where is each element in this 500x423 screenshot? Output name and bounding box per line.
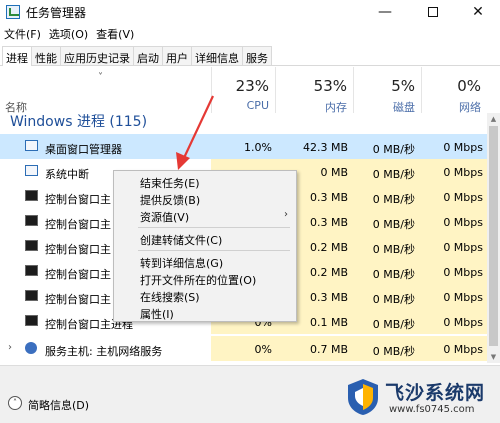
process-name: 控制台窗口主 [45,243,111,256]
cpu-column-label: CPU [246,99,269,112]
process-name: 控制台窗口主 [45,218,111,231]
menu-item-end-task[interactable]: 结束任务(E) [140,175,200,191]
watermark-name: 飞沙系统网 [385,382,486,404]
scrollbar-thumb[interactable] [489,126,498,346]
watermark-logo [348,379,378,415]
table-row[interactable]: 桌面窗口管理器 1.0% 42.3 MB 0 MB/秒 0 Mbps [0,134,487,159]
group-header-windows-processes[interactable]: Windows 进程 (115) [10,113,147,131]
network-cell: 0 Mbps [443,343,483,356]
console-host-icon [25,215,38,226]
window-title: 任务管理器 [26,6,87,20]
disk-total-percent: 5% [391,77,415,95]
submenu-arrow-icon: › [284,209,288,220]
menu-item-go-to-details[interactable]: 转到详细信息(G) [140,255,223,271]
tab-details[interactable]: 详细信息 [191,46,243,65]
menu-view[interactable]: 查看(V) [96,26,134,42]
network-cell: 0 Mbps [443,216,483,229]
network-cell: 0 Mbps [443,291,483,304]
menu-item-properties[interactable]: 属性(I) [140,306,174,322]
memory-cell: 42.3 MB [302,141,348,154]
column-cpu-header[interactable]: 23% CPU [211,67,275,113]
tab-performance[interactable]: 性能 [31,46,61,65]
disk-cell: 0 MB/秒 [372,243,415,256]
tab-users[interactable]: 用户 [162,46,192,65]
disk-cell: 0 MB/秒 [372,218,415,231]
menu-item-open-file-location[interactable]: 打开文件所在的位置(O) [140,272,256,288]
menu-options[interactable]: 选项(O) [49,26,88,42]
column-memory-header[interactable]: 53% 内存 [275,67,353,114]
column-header: 23% CPU 53% 内存 5% 磁盘 0% 网络 [0,67,500,114]
menu-separator [138,250,290,251]
fewer-details-link[interactable]: 简略信息(D) [28,397,89,413]
collapse-chevron-icon[interactable]: ˄ [8,396,22,410]
disk-cell: 0 MB/秒 [372,268,415,281]
memory-total-percent: 53% [313,77,347,95]
maximize-icon [428,7,438,17]
console-host-icon [25,315,38,326]
maximize-button[interactable] [410,0,456,24]
process-name: 服务主机: 主机网络服务 [45,345,163,358]
window-manager-icon [25,140,38,151]
menu-file[interactable]: 文件(F) [4,26,41,42]
process-name: 桌面窗口管理器 [45,143,122,156]
network-cell: 0 Mbps [443,241,483,254]
tab-strip: 进程 性能 应用历史记录 启动 用户 详细信息 服务 [0,46,500,66]
menu-item-resource-values[interactable]: 资源值(V) [140,209,189,225]
process-name: 控制台窗口主 [45,268,111,281]
disk-cell: 0 MB/秒 [372,345,415,358]
cpu-total-percent: 23% [235,77,269,95]
console-host-icon [25,190,38,201]
network-cell: 0 Mbps [443,266,483,279]
menu-separator [138,227,290,228]
scroll-up-icon[interactable]: ▲ [487,113,500,125]
network-cell: 0 Mbps [443,191,483,204]
column-network-header[interactable]: 0% 网络 [421,67,487,114]
tab-app-history[interactable]: 应用历史记录 [60,46,134,65]
network-cell: 0 Mbps [443,166,483,179]
disk-cell: 0 MB/秒 [372,293,415,306]
menu-item-search-online[interactable]: 在线搜索(S) [140,289,200,305]
system-interrupts-icon [25,165,38,176]
menu-item-feedback[interactable]: 提供反馈(B) [140,192,200,208]
process-name: 系统中断 [45,168,89,181]
disk-cell: 0 MB/秒 [372,318,415,331]
column-disk-header[interactable]: 5% 磁盘 [353,67,421,114]
cpu-cell: 1.0% [244,141,272,154]
process-name: 控制台窗口主 [45,193,111,206]
network-total-percent: 0% [457,77,481,95]
console-host-icon [25,240,38,251]
network-cell: 0 Mbps [443,141,483,154]
scroll-down-icon[interactable]: ▼ [487,351,500,363]
memory-cell: 0.7 MB [309,343,348,356]
tab-startup[interactable]: 启动 [133,46,163,65]
service-gear-icon [25,342,37,354]
console-host-icon [25,290,38,301]
watermark-url: www.fs0745.com [389,404,475,415]
disk-cell: 0 MB/秒 [372,168,415,181]
process-name: 控制台窗口主 [45,293,111,306]
network-cell: 0 Mbps [443,316,483,329]
close-button[interactable]: ✕ [455,0,500,24]
minimize-button[interactable]: — [362,0,408,24]
expand-chevron-icon[interactable]: › [8,342,12,353]
tab-processes[interactable]: 进程 [2,46,32,66]
disk-cell: 0 MB/秒 [372,143,415,156]
table-row[interactable]: › 服务主机: 主机网络服务 0% 0.7 MB 0 MB/秒 0 Mbps [0,336,487,361]
tab-services[interactable]: 服务 [242,46,272,65]
menu-bar: 文件(F) 选项(O) 查看(V) [0,26,134,42]
console-host-icon [25,265,38,276]
disk-cell: 0 MB/秒 [372,193,415,206]
context-menu: 结束任务(E) 提供反馈(B) 资源值(V) › 创建转储文件(C) 转到详细信… [113,170,297,322]
task-manager-icon [6,5,20,19]
title-bar: 任务管理器 — ✕ [0,0,500,24]
menu-item-create-dump[interactable]: 创建转储文件(C) [140,232,222,248]
cpu-cell: 0% [254,343,272,356]
